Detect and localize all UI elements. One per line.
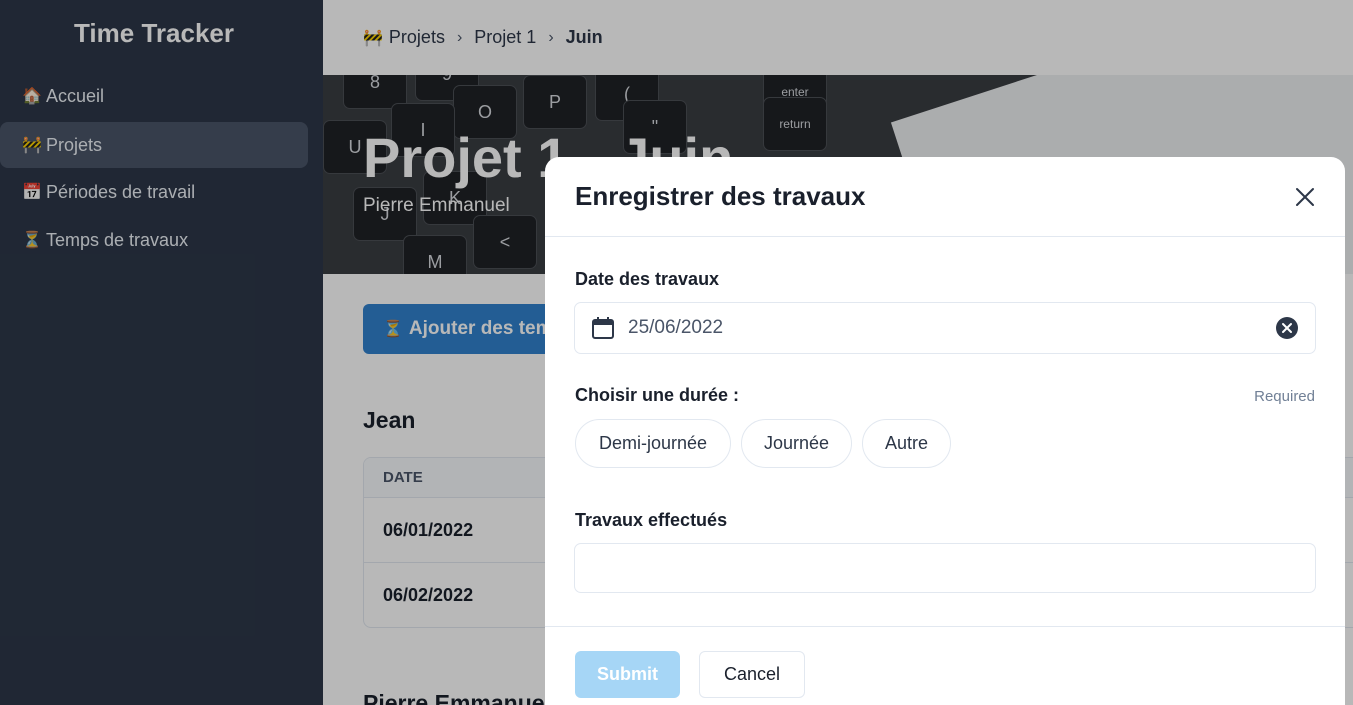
work-label: Travaux effectués xyxy=(575,510,728,530)
clear-icon[interactable] xyxy=(1275,316,1299,340)
cancel-button[interactable]: Cancel xyxy=(699,651,805,698)
work-field[interactable] xyxy=(574,543,1316,593)
date-value: 25/06/2022 xyxy=(628,317,724,338)
date-label: Date des travaux xyxy=(575,269,720,289)
submit-button[interactable]: Submit xyxy=(575,651,680,698)
duration-option-demi-journee[interactable]: Demi-journée xyxy=(575,419,731,468)
duration-label: Choisir une durée : xyxy=(575,385,740,405)
required-indicator: Required xyxy=(1254,388,1315,405)
duration-option-journee[interactable]: Journée xyxy=(741,419,852,468)
close-icon xyxy=(1296,188,1314,206)
duration-option-autre[interactable]: Autre xyxy=(862,419,951,468)
calendar-icon xyxy=(592,317,614,339)
modal-title: Enregistrer des travaux xyxy=(575,181,866,211)
date-field[interactable]: 25/06/2022 xyxy=(574,302,1316,354)
modal-footer-divider xyxy=(545,626,1345,627)
record-work-modal: Enregistrer des travaux Date des travaux… xyxy=(545,157,1345,705)
modal-header: Enregistrer des travaux xyxy=(545,157,1345,237)
close-button[interactable] xyxy=(1289,181,1321,213)
